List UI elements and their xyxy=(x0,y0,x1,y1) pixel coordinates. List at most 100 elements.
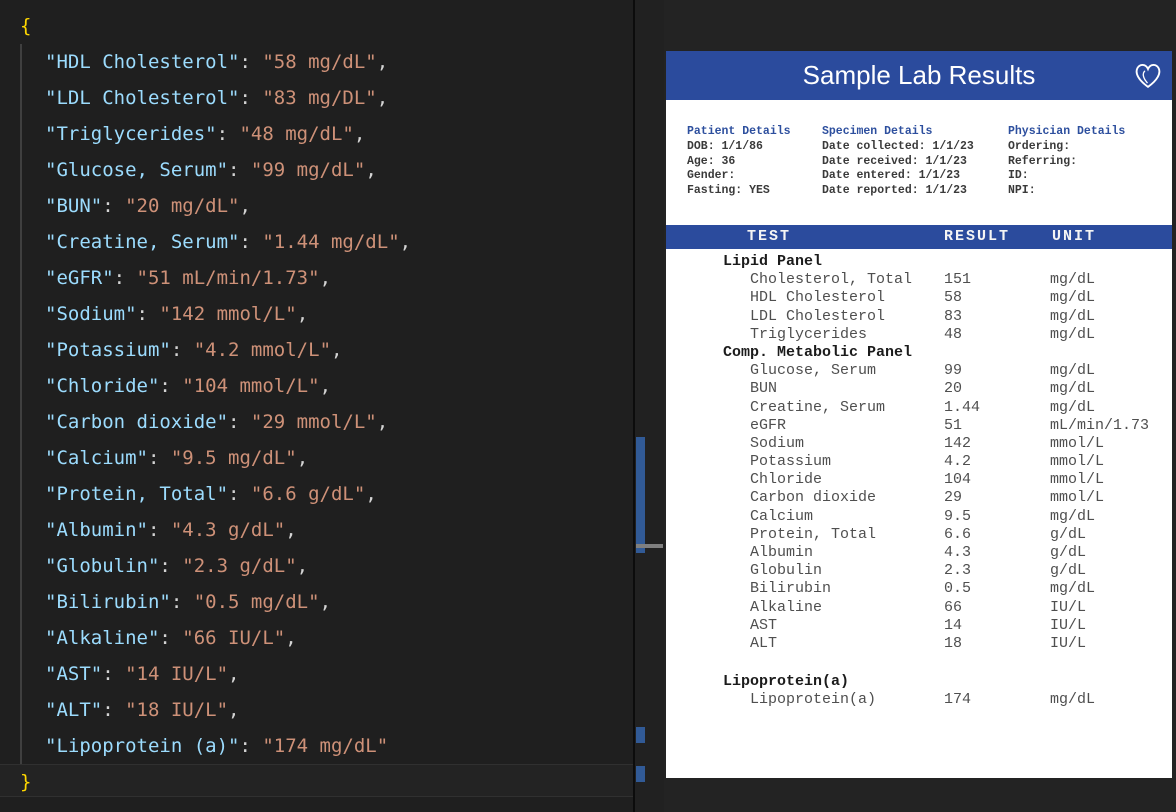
code-line[interactable]: "Alkaline": "66 IU/L", xyxy=(20,620,636,656)
test-row: Protein, Total 6.6 g/dL xyxy=(666,526,1172,544)
code-line[interactable]: "Protein, Total": "6.6 g/dL", xyxy=(20,476,636,512)
code-line[interactable]: "ALT": "18 IU/L", xyxy=(20,692,636,728)
details-line: Date entered: 1/1/23 xyxy=(822,169,961,183)
punct-token: : xyxy=(147,447,171,469)
test-row: Potassium 4.2 mmol/L xyxy=(666,453,1172,471)
test-row: BUN 20 mg/dL xyxy=(666,380,1172,398)
overview-ruler[interactable] xyxy=(635,0,664,812)
code-line[interactable]: "Carbon dioxide": "29 mmol/L", xyxy=(20,404,636,440)
test-name: BUN xyxy=(750,380,778,398)
test-row: Carbon dioxide 29 mmol/L xyxy=(666,489,1172,507)
key-token: "Chloride" xyxy=(45,375,160,397)
test-result: 83 xyxy=(944,307,963,325)
modified-lines-marker xyxy=(636,727,645,743)
punct-token: : xyxy=(102,663,126,685)
code-line[interactable]: "Bilirubin": "0.5 mg/dL", xyxy=(20,584,636,620)
key-token: "Sodium" xyxy=(45,303,137,325)
test-result: 142 xyxy=(944,434,972,452)
test-unit: IU/L xyxy=(1050,598,1087,616)
test-unit: mg/dL xyxy=(1050,307,1096,325)
details-line: ID: xyxy=(1008,169,1029,183)
test-name: Lipoprotein(a) xyxy=(750,691,877,709)
test-name: Albumin xyxy=(750,544,814,561)
test-name: Glucose, Serum xyxy=(750,362,877,380)
code-line[interactable]: "Sodium": "142 mmol/L", xyxy=(20,296,636,332)
punct-token: , xyxy=(376,51,389,73)
punct-token: , xyxy=(319,267,332,289)
code-line[interactable]: "Globulin": "2.3 g/dL", xyxy=(20,548,636,584)
value-token: "9.5 mg/dL" xyxy=(170,447,297,469)
key-token: "Lipoprotein (a)" xyxy=(45,735,240,757)
code-line[interactable]: "BUN": "20 mg/dL", xyxy=(20,188,636,224)
test-unit: mmol/L xyxy=(1050,434,1105,452)
details-line: Fasting: YES xyxy=(687,184,770,198)
code-line[interactable]: "Creatine, Serum": "1.44 mg/dL", xyxy=(20,224,636,260)
group-name: Lipid Panel xyxy=(723,253,823,270)
test-result: 58 xyxy=(944,289,963,307)
key-token: "Potassium" xyxy=(45,339,171,361)
punct-token: , xyxy=(365,159,377,181)
test-group-heading: Lipoprotein(a) xyxy=(666,673,1172,691)
test-unit: mg/dL xyxy=(1050,271,1096,289)
code-line[interactable]: "Glucose, Serum": "99 mg/dL", xyxy=(20,152,636,188)
test-name: AST xyxy=(750,616,778,634)
group-name: Lipoprotein(a) xyxy=(723,673,850,691)
json-editor-pane[interactable]: { "HDL Cholesterol": "58 mg/dL", "LDL Chol… xyxy=(0,0,664,812)
test-result: 6.6 xyxy=(944,525,972,543)
punct-token: , xyxy=(228,699,240,721)
key-token: "Alkaline" xyxy=(45,627,160,649)
test-name: Cholesterol, Total xyxy=(750,271,913,289)
punct-token: : xyxy=(239,735,263,757)
value-token: "104 mmol/L" xyxy=(182,375,320,397)
code-line[interactable]: { xyxy=(20,8,636,44)
punct-token: , xyxy=(399,231,412,253)
test-name: Bilirubin xyxy=(750,580,832,598)
code-line[interactable]: "Calcium": "9.5 mg/dL", xyxy=(20,440,636,476)
brace-token: } xyxy=(20,771,32,793)
value-token: "58 mg/dL" xyxy=(262,51,377,73)
key-token: "ALT" xyxy=(45,699,103,721)
details-line: NPI: xyxy=(1008,184,1036,198)
details-section: Patient Details DOB: 1/1/86 Age: 36 Gender:… xyxy=(666,125,1172,220)
pdf-preview-pane[interactable]: Sample Lab Results Patient Details DOB: 1… xyxy=(664,0,1176,812)
key-token: "Albumin" xyxy=(45,519,148,541)
code-lines[interactable]: { "HDL Cholesterol": "58 mg/dL", "LDL Chol… xyxy=(0,8,636,800)
code-line[interactable]: "Potassium": "4.2 mmol/L", xyxy=(20,332,636,368)
punct-token: , xyxy=(319,375,332,397)
test-result: 20 xyxy=(944,380,963,398)
key-token: "Glucose, Serum" xyxy=(45,159,229,181)
key-token: "Globulin" xyxy=(45,555,160,577)
test-row: Albumin 4.3 g/dL xyxy=(666,544,1172,562)
punct-token: : xyxy=(102,699,126,721)
test-unit: IU/L xyxy=(1050,634,1087,652)
details-line: DOB: 1/1/86 xyxy=(687,139,763,153)
test-result: 1.44 xyxy=(944,398,981,416)
code-line[interactable]: "Chloride": "104 mmol/L", xyxy=(20,368,636,404)
test-row: AST 14 IU/L xyxy=(666,617,1172,635)
value-token: "51 mL/min/1.73" xyxy=(136,267,320,289)
code-line[interactable]: "LDL Cholesterol": "83 mg/DL", xyxy=(20,80,636,116)
results-table-header: TEST RESULT UNIT xyxy=(666,225,1172,249)
test-row: Lipoprotein(a) 174 mg/dL xyxy=(666,691,1172,709)
punct-token: , xyxy=(365,483,377,505)
punct-token: , xyxy=(239,195,251,217)
code-line[interactable]: "Lipoprotein (a)": "174 mg/dL" xyxy=(20,728,636,764)
test-unit: mg/dL xyxy=(1050,362,1096,380)
code-line[interactable]: "Albumin": "4.3 g/dL", xyxy=(20,512,636,548)
column-header-result: RESULT xyxy=(943,228,1011,245)
test-name: eGFR xyxy=(750,416,787,434)
code-line[interactable]: } xyxy=(20,764,636,800)
punct-token: : xyxy=(239,51,263,73)
details-line: Ordering: xyxy=(1008,139,1071,153)
column-header-test: TEST xyxy=(746,228,792,245)
brace-token: { xyxy=(20,15,32,37)
code-line[interactable]: "AST": "14 IU/L", xyxy=(20,656,636,692)
code-line[interactable]: "HDL Cholesterol": "58 mg/dL", xyxy=(20,44,636,80)
value-token: "174 mg/dL" xyxy=(262,735,389,757)
test-unit: mmol/L xyxy=(1050,471,1105,489)
code-line[interactable]: "Triglycerides": "48 mg/dL", xyxy=(20,116,636,152)
key-token: "Bilirubin" xyxy=(45,591,171,613)
test-unit: g/dL xyxy=(1050,562,1087,580)
test-result: 104 xyxy=(944,471,972,489)
code-line[interactable]: "eGFR": "51 mL/min/1.73", xyxy=(20,260,636,296)
